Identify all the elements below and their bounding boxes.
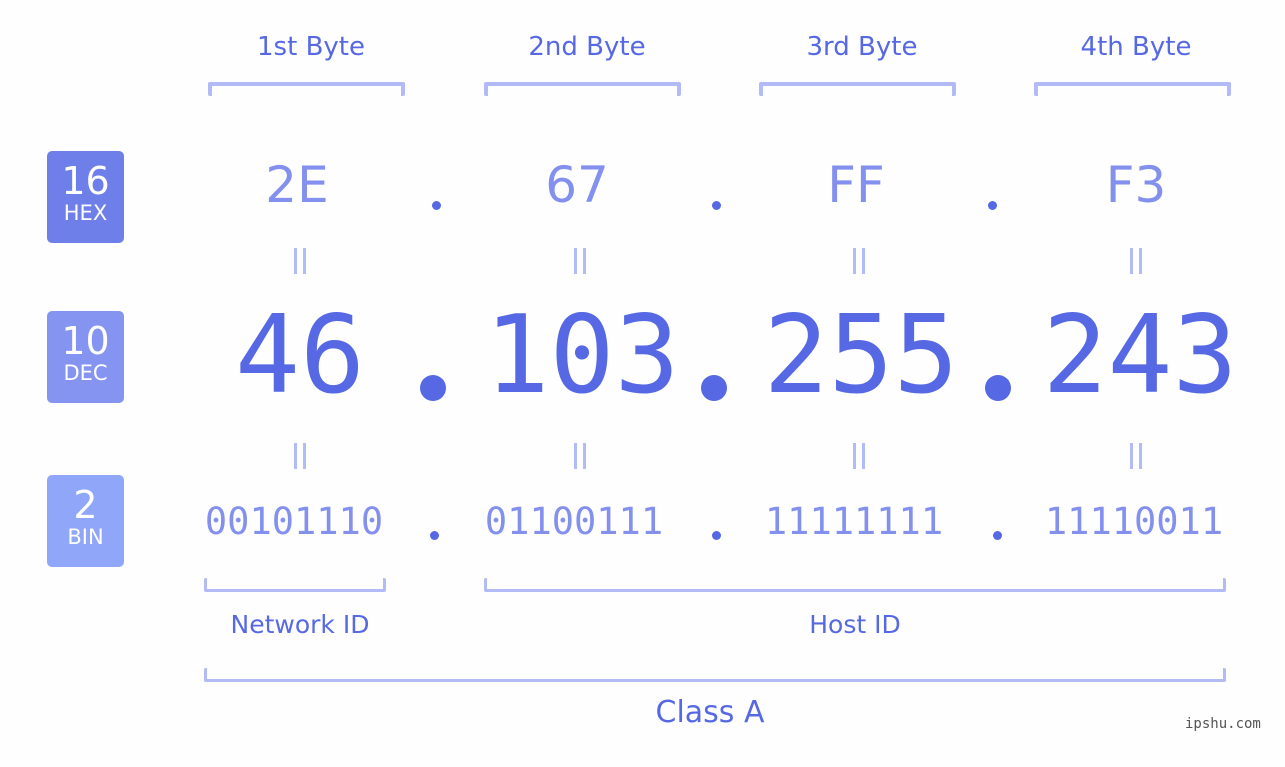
- dec-separator-dot: [985, 375, 1011, 401]
- network-id-bracket: [204, 578, 386, 592]
- byte-bracket-4: [1034, 82, 1231, 96]
- bin-byte-1: 00101110: [204, 500, 384, 543]
- hex-separator-dot: [432, 201, 441, 210]
- hex-base: 16: [61, 159, 110, 203]
- dec-base: 10: [61, 319, 110, 363]
- dec-byte-2: 103: [484, 293, 680, 418]
- hex-byte-3: FF: [827, 156, 885, 214]
- dec-label: DEC: [63, 361, 108, 385]
- class-label: Class A: [655, 695, 765, 730]
- bin-base: 2: [73, 483, 98, 527]
- hex-separator-dot: [988, 201, 997, 210]
- hex-separator-dot: [712, 201, 721, 210]
- byte-header-4: 4th Byte: [1080, 32, 1192, 62]
- host-id-bracket: [484, 578, 1226, 592]
- equals-icon: [851, 248, 867, 274]
- bin-separator-dot: [712, 531, 721, 540]
- bin-separator-dot: [430, 531, 439, 540]
- bin-byte-3: 11111111: [764, 500, 944, 543]
- bin-byte-4: 11110011: [1044, 500, 1224, 543]
- equals-icon: [292, 443, 308, 469]
- byte-header-1: 1st Byte: [257, 32, 365, 62]
- equals-icon: [572, 248, 588, 274]
- bin-separator-dot: [993, 531, 1002, 540]
- byte-header-2: 2nd Byte: [528, 32, 646, 62]
- bin-badge: 2 BIN: [47, 475, 124, 567]
- host-id-label: Host ID: [809, 610, 901, 639]
- watermark: ipshu.com: [1185, 716, 1261, 732]
- byte-bracket-3: [759, 82, 956, 96]
- network-id-label: Network ID: [230, 610, 370, 639]
- equals-icon: [851, 443, 867, 469]
- equals-icon: [1128, 248, 1144, 274]
- equals-icon: [1128, 443, 1144, 469]
- byte-bracket-2: [484, 82, 681, 96]
- bin-byte-2: 01100111: [484, 500, 664, 543]
- dec-byte-4: 243: [1042, 293, 1238, 418]
- bin-label: BIN: [67, 525, 104, 549]
- hex-label: HEX: [63, 201, 108, 225]
- dec-byte-1: 46: [234, 293, 366, 418]
- hex-byte-1: 2E: [265, 156, 329, 214]
- equals-icon: [292, 248, 308, 274]
- dec-separator-dot: [701, 375, 727, 401]
- dec-separator-dot: [420, 375, 446, 401]
- class-bracket: [204, 668, 1226, 682]
- hex-badge: 16 HEX: [47, 151, 124, 243]
- byte-bracket-1: [208, 82, 405, 96]
- hex-byte-2: 67: [545, 156, 609, 214]
- byte-header-3: 3rd Byte: [806, 32, 918, 62]
- dec-badge: 10 DEC: [47, 311, 124, 403]
- equals-icon: [572, 443, 588, 469]
- hex-byte-4: F3: [1105, 156, 1167, 214]
- dec-byte-3: 255: [763, 293, 959, 418]
